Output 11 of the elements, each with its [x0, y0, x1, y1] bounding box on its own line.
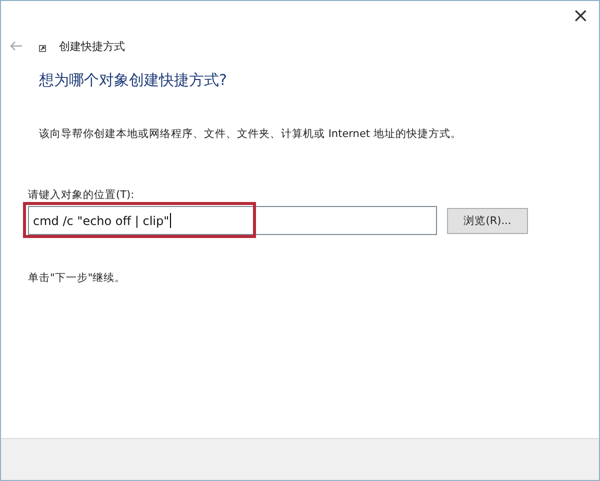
- location-field[interactable]: cmd /c "echo off | clip": [28, 206, 437, 235]
- window-title: 创建快捷方式: [59, 38, 125, 54]
- text-cursor-icon: [170, 213, 172, 228]
- page-heading: 想为哪个对象创建快捷方式?: [39, 71, 228, 90]
- location-label: 请键入对象的位置(T):: [28, 188, 136, 202]
- browse-button[interactable]: 浏览(R)...: [447, 208, 528, 234]
- instruction-text: 单击"下一步"继续。: [28, 271, 127, 285]
- close-button[interactable]: ×: [570, 5, 591, 25]
- shortcut-icon: [39, 44, 46, 52]
- back-arrow-icon[interactable]: [9, 41, 23, 51]
- description-text: 该向导帮你创建本地或网络程序、文件、文件夹、计算机或 Internet 地址的快捷方式。: [39, 127, 462, 141]
